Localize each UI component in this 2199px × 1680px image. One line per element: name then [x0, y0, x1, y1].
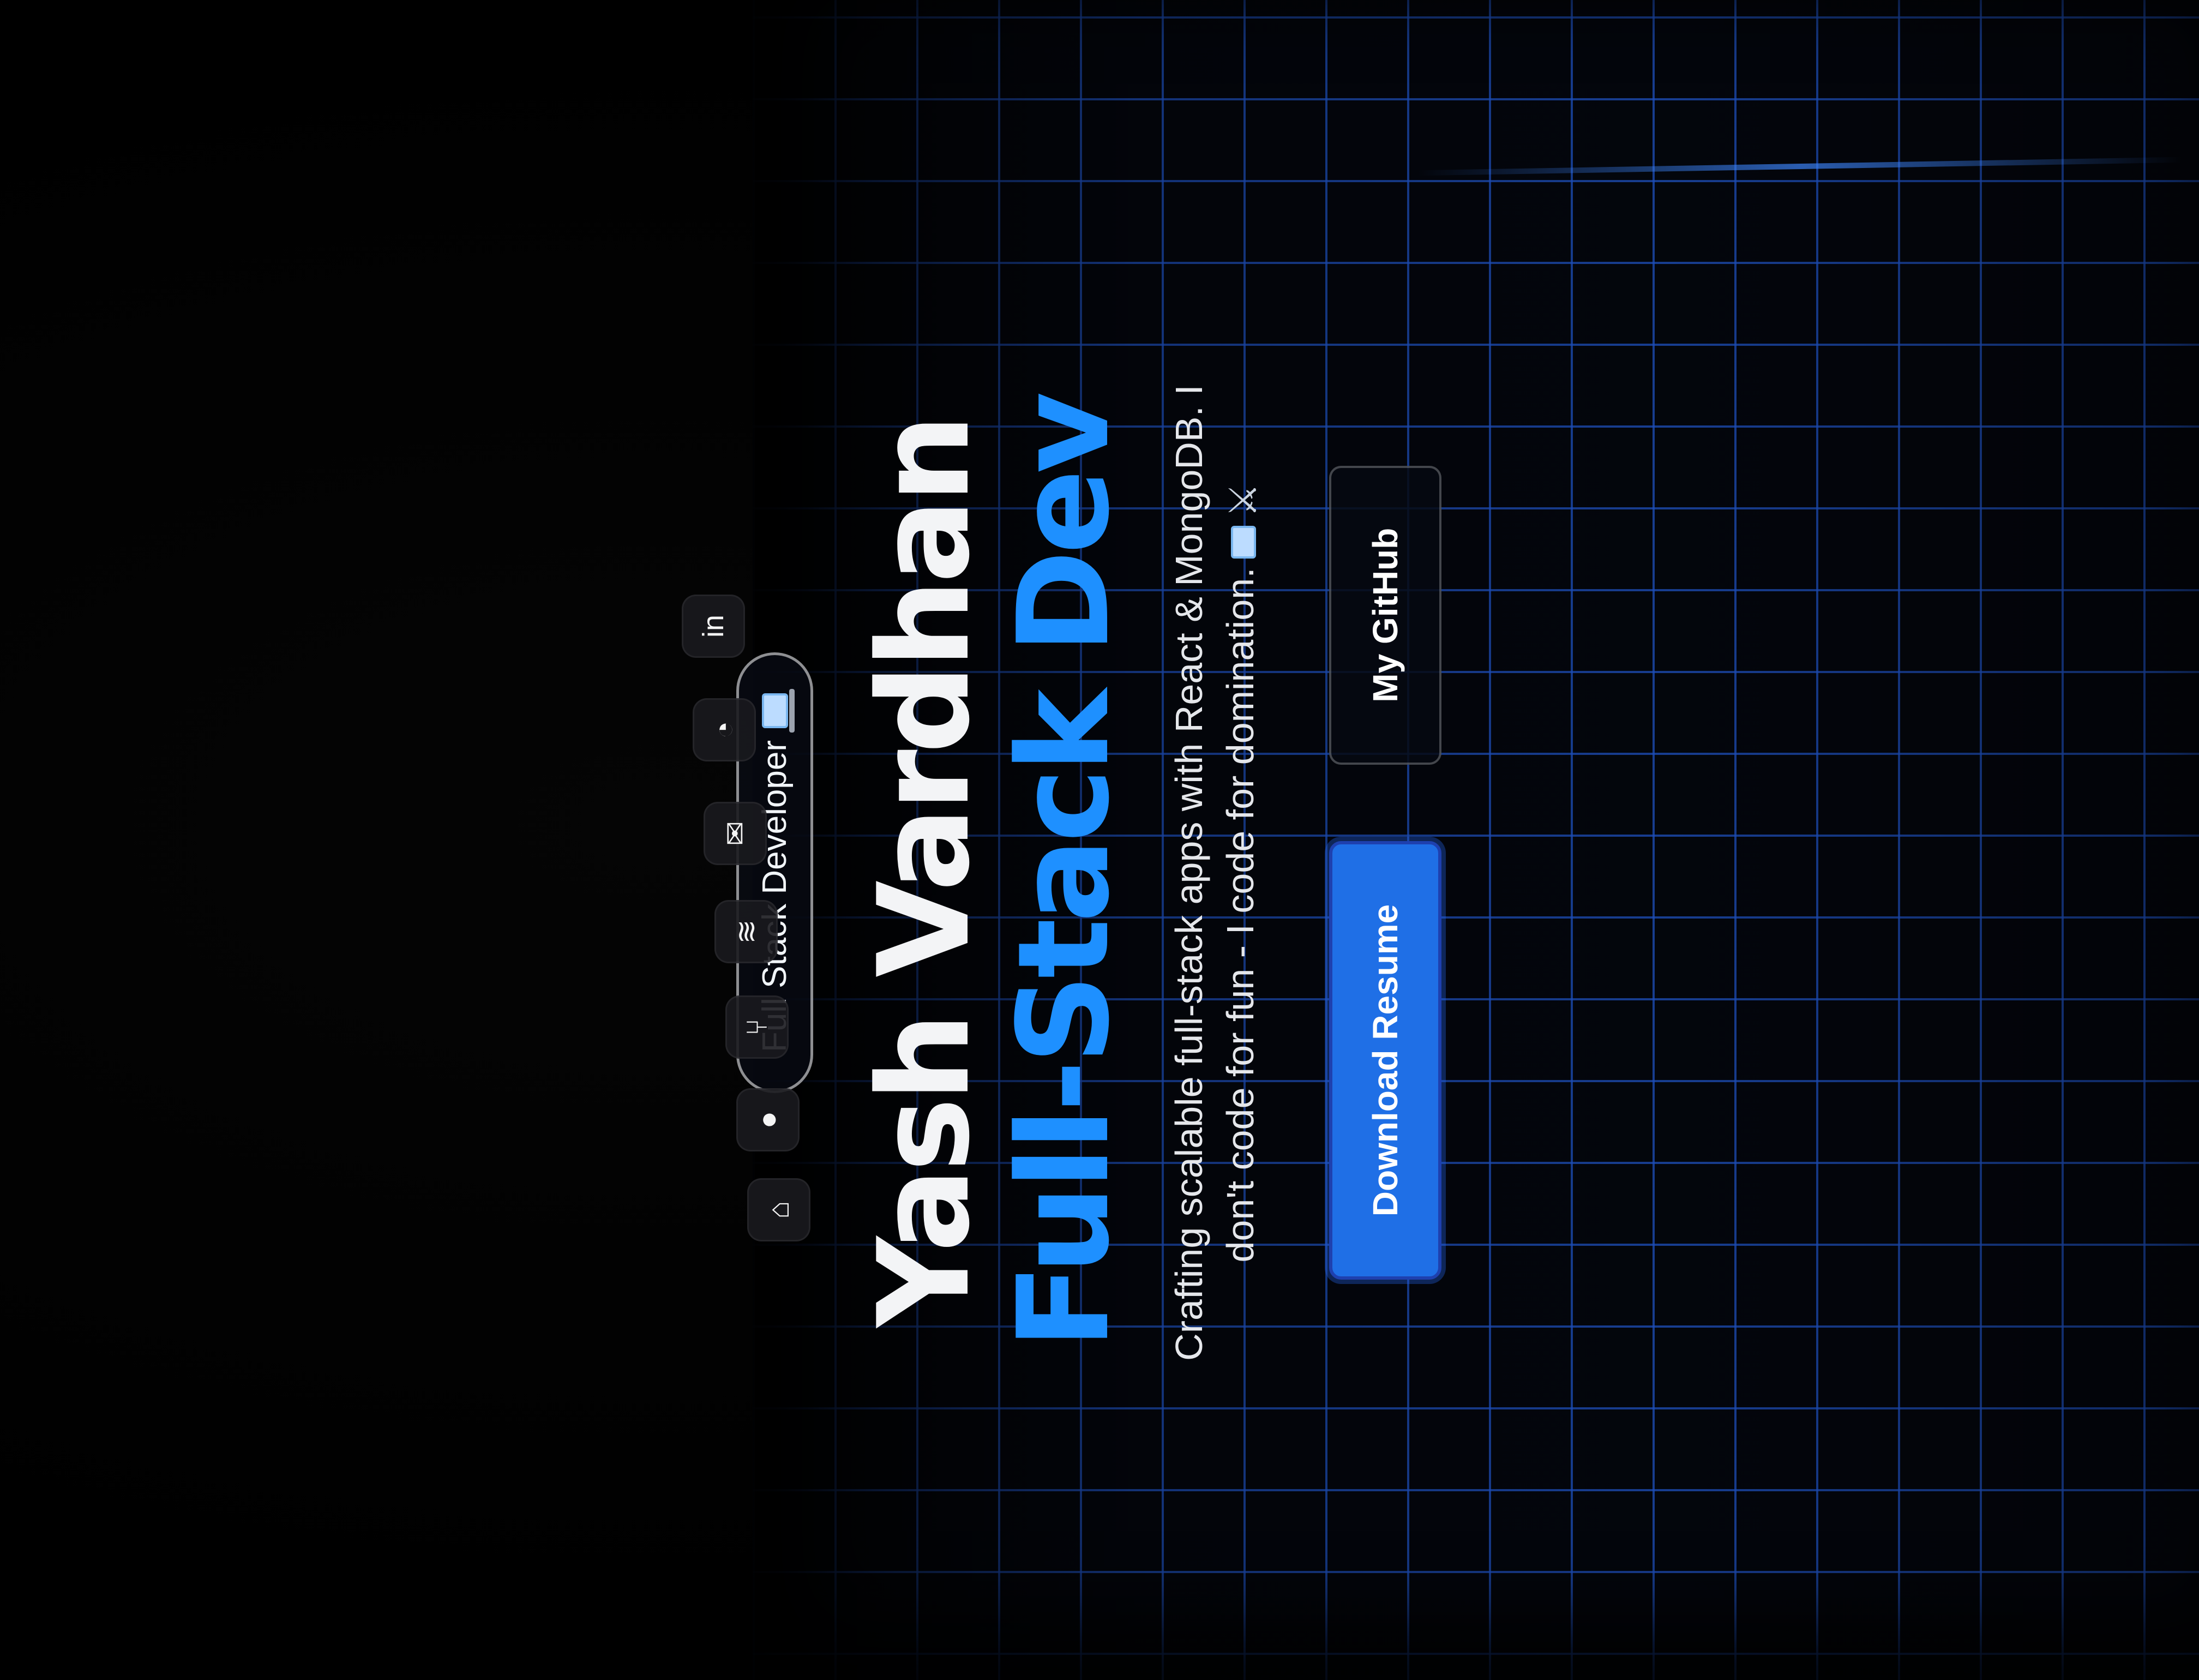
hero-actions: Download Resume My GitHub [1329, 465, 1441, 1280]
hero-tagline: Crafting scalable full-stack apps with R… [1163, 382, 1269, 1364]
mail-glyph: ✉ [719, 821, 752, 846]
hero-role: Full-Stack Dev [992, 396, 1137, 1349]
github-button[interactable]: My GitHub [1329, 465, 1441, 765]
crossed-swords-icon: ⚔ [1222, 483, 1265, 518]
github-icon[interactable]: ◔ [693, 698, 756, 761]
projects-glyph: ⑂ [741, 1018, 773, 1036]
home-glyph: ⌂ [762, 1201, 795, 1219]
linkedin-glyph: in [697, 614, 730, 638]
hero-section: Full Stack Developer Yash Vardhan Full-S… [736, 273, 1500, 1473]
linkedin-icon[interactable]: in [682, 595, 745, 658]
user-glyph: ● [752, 1111, 784, 1129]
projects-icon[interactable]: ⑂ [725, 995, 789, 1059]
hero-name: Yash Vardhan [852, 418, 998, 1328]
mail-icon[interactable]: ✉ [704, 802, 767, 865]
user-icon[interactable]: ● [736, 1088, 800, 1151]
social-dock: in ◔ ✉ ≋ ⑂ ● ⌂ [654, 573, 818, 1282]
download-resume-button[interactable]: Download Resume [1329, 841, 1441, 1280]
stack-icon[interactable]: ≋ [714, 900, 778, 963]
laptop-icon [1230, 526, 1256, 559]
home-icon[interactable]: ⌂ [747, 1178, 810, 1241]
github-glyph: ◔ [708, 721, 741, 739]
stack-glyph: ≋ [730, 919, 763, 944]
